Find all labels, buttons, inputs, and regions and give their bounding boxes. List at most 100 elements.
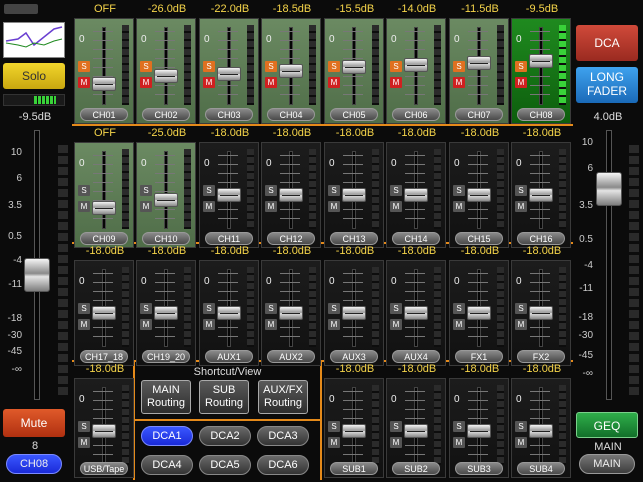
right-fader-knob[interactable] <box>596 172 622 206</box>
channel-name-button[interactable]: SUB2 <box>392 462 440 475</box>
fader-knob[interactable] <box>404 57 428 72</box>
mute-toggle[interactable]: M <box>453 437 465 448</box>
mute-toggle[interactable]: M <box>515 319 527 330</box>
fader-knob[interactable] <box>529 53 553 68</box>
long-fader-button[interactable]: LONG FADER <box>576 67 638 103</box>
mute-toggle[interactable]: M <box>203 319 215 330</box>
dca1-button[interactable]: DCA1 <box>141 426 193 446</box>
channel-strip[interactable]: OFF 0 S M CH01 <box>74 3 134 124</box>
solo-toggle[interactable]: S <box>515 61 527 72</box>
fader-knob[interactable] <box>154 306 178 321</box>
channel-name-button[interactable]: AUX4 <box>392 350 440 363</box>
mute-toggle[interactable]: M <box>140 319 152 330</box>
channel-name-button[interactable]: SUB4 <box>517 462 565 475</box>
mute-toggle[interactable]: M <box>78 437 90 448</box>
channel-name-button[interactable]: SUB3 <box>455 462 503 475</box>
mute-toggle[interactable]: M <box>453 201 465 212</box>
solo-toggle[interactable]: S <box>78 61 90 72</box>
mute-toggle[interactable]: M <box>453 319 465 330</box>
channel-strip[interactable]: -18.0dB 0 S M CH12 <box>261 127 321 248</box>
solo-toggle[interactable]: S <box>328 61 340 72</box>
channel-name-button[interactable]: USB/Tape <box>80 462 128 475</box>
mute-toggle[interactable]: M <box>78 77 90 88</box>
channel-strip[interactable]: -18.0dB 0 S M AUX4 <box>386 245 446 366</box>
mute-toggle[interactable]: M <box>328 319 340 330</box>
solo-toggle[interactable]: S <box>265 303 277 314</box>
solo-toggle[interactable]: S <box>140 185 152 196</box>
channel-strip[interactable]: -18.0dB 0 S M AUX3 <box>324 245 384 366</box>
fader-knob[interactable] <box>92 200 116 215</box>
channel-name-button[interactable]: CH01 <box>80 108 128 121</box>
main-routing-button[interactable]: MAIN Routing <box>141 380 191 414</box>
solo-toggle[interactable]: S <box>453 61 465 72</box>
fader-knob[interactable] <box>529 306 553 321</box>
channel-strip[interactable]: -18.0dB 0 S M CH19_20 <box>136 245 196 366</box>
solo-toggle[interactable]: S <box>453 185 465 196</box>
fader-knob[interactable] <box>279 306 303 321</box>
channel-name-button[interactable]: CH09 <box>80 232 128 245</box>
mute-toggle[interactable]: M <box>453 77 465 88</box>
channel-name-button[interactable]: CH16 <box>517 232 565 245</box>
channel-strip[interactable]: -18.0dB 0 S M AUX2 <box>261 245 321 366</box>
mute-toggle[interactable]: M <box>140 77 152 88</box>
channel-strip[interactable]: -18.0dB 0 S M FX2 <box>511 245 571 366</box>
solo-toggle[interactable]: S <box>203 61 215 72</box>
main-select-button[interactable]: MAIN <box>579 454 635 474</box>
dca4-button[interactable]: DCA4 <box>141 455 193 475</box>
mute-toggle[interactable]: M <box>265 201 277 212</box>
mute-toggle[interactable]: M <box>515 437 527 448</box>
fader-knob[interactable] <box>154 193 178 208</box>
channel-strip[interactable]: -18.0dB 0 S M SUB1 <box>324 363 384 478</box>
solo-toggle[interactable]: S <box>328 185 340 196</box>
mute-toggle[interactable]: M <box>78 201 90 212</box>
channel-name-button[interactable]: FX2 <box>517 350 565 363</box>
channel-name-button[interactable]: CH02 <box>142 108 190 121</box>
fader-knob[interactable] <box>217 306 241 321</box>
mute-toggle[interactable]: M <box>390 77 402 88</box>
mute-toggle[interactable]: M <box>390 437 402 448</box>
channel-strip[interactable]: -18.0dB 0 S M CH14 <box>386 127 446 248</box>
solo-toggle[interactable]: S <box>515 185 527 196</box>
mute-toggle[interactable]: M <box>390 319 402 330</box>
fader-knob[interactable] <box>529 424 553 439</box>
dca6-button[interactable]: DCA6 <box>257 455 309 475</box>
channel-strip[interactable]: -18.0dB 0 S M SUB3 <box>449 363 509 478</box>
fader-knob[interactable] <box>279 64 303 79</box>
solo-toggle[interactable]: S <box>328 421 340 432</box>
fader-knob[interactable] <box>217 188 241 203</box>
mute-toggle[interactable]: M <box>265 77 277 88</box>
fader-knob[interactable] <box>404 424 428 439</box>
mute-toggle[interactable]: M <box>78 319 90 330</box>
channel-name-button[interactable]: CH13 <box>330 232 378 245</box>
mute-toggle[interactable]: M <box>203 77 215 88</box>
channel-strip[interactable]: -11.5dB 0 S M CH07 <box>449 3 509 124</box>
fader-knob[interactable] <box>92 424 116 439</box>
channel-name-button[interactable]: CH10 <box>142 232 190 245</box>
fader-knob[interactable] <box>342 188 366 203</box>
fader-knob[interactable] <box>217 66 241 81</box>
fader-knob[interactable] <box>404 306 428 321</box>
solo-toggle[interactable]: S <box>203 303 215 314</box>
channel-name-button[interactable]: SUB1 <box>330 462 378 475</box>
fader-knob[interactable] <box>467 306 491 321</box>
channel-name-button[interactable]: CH12 <box>267 232 315 245</box>
channel-strip[interactable]: -18.0dB 0 S M CH13 <box>324 127 384 248</box>
mute-toggle[interactable]: M <box>328 437 340 448</box>
fader-knob[interactable] <box>404 188 428 203</box>
channel-name-button[interactable]: CH05 <box>330 108 378 121</box>
solo-toggle[interactable]: S <box>390 61 402 72</box>
solo-toggle[interactable]: S <box>78 303 90 314</box>
channel-name-button[interactable]: FX1 <box>455 350 503 363</box>
solo-toggle[interactable]: S <box>203 185 215 196</box>
solo-toggle[interactable]: S <box>140 61 152 72</box>
fader-knob[interactable] <box>467 56 491 71</box>
solo-toggle[interactable]: S <box>78 185 90 196</box>
fader-knob[interactable] <box>92 76 116 91</box>
solo-toggle[interactable]: S <box>390 185 402 196</box>
solo-toggle[interactable]: S <box>390 421 402 432</box>
solo-toggle[interactable]: S <box>265 185 277 196</box>
geq-button[interactable]: GEQ <box>576 412 638 438</box>
channel-name-button[interactable]: CH17_18 <box>80 350 128 363</box>
channel-strip[interactable]: OFF 0 S M CH09 <box>74 127 134 248</box>
mute-toggle[interactable]: M <box>203 201 215 212</box>
